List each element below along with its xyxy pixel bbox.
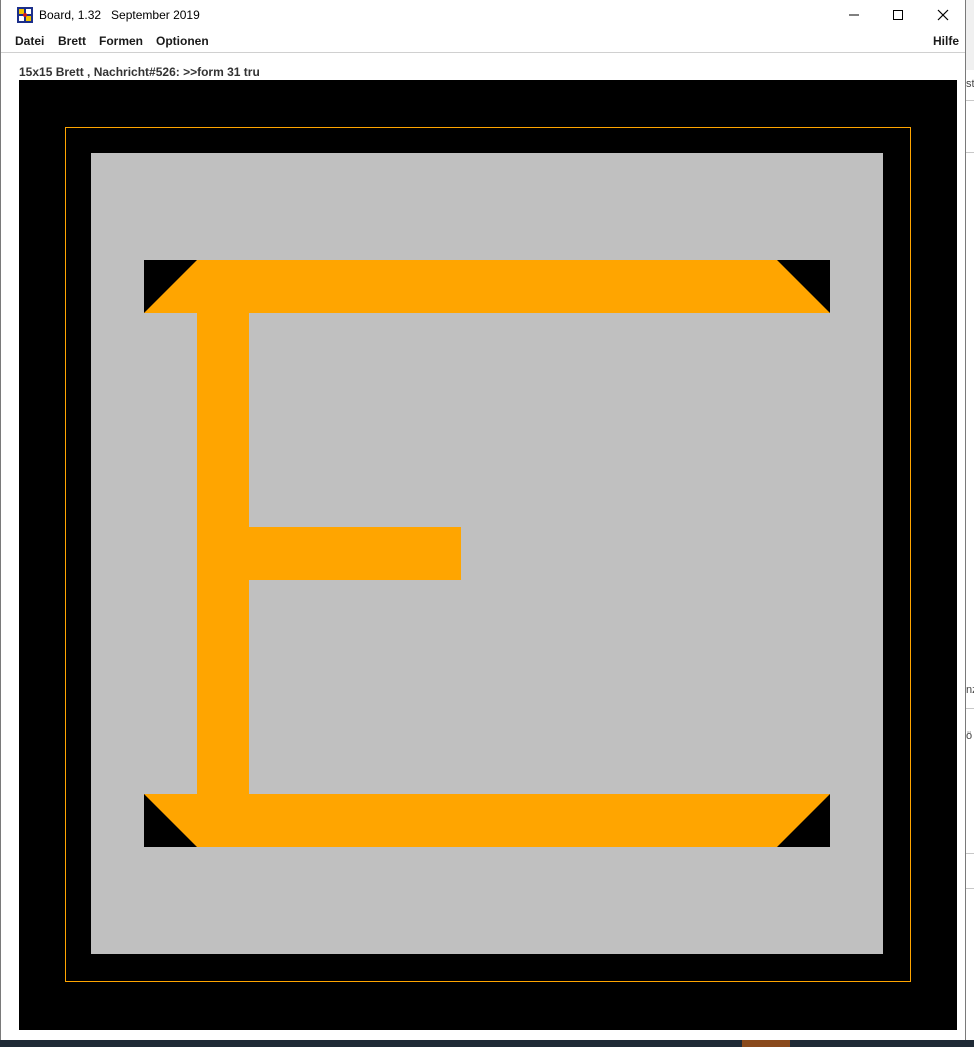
strip-divider bbox=[966, 853, 974, 854]
strip-divider bbox=[966, 100, 974, 101]
strip-text-2: nz bbox=[966, 684, 974, 696]
shape-middle-bar bbox=[248, 527, 461, 580]
menu-bar: Datei Brett Formen Optionen Hilfe bbox=[1, 30, 965, 52]
strip-divider bbox=[966, 888, 974, 889]
strip-divider bbox=[966, 152, 974, 153]
strip-text-1: st bbox=[966, 78, 974, 90]
menu-formen[interactable]: Formen bbox=[99, 34, 143, 48]
strip-divider bbox=[966, 708, 974, 709]
taskbar-edge bbox=[0, 1040, 974, 1047]
menu-optionen[interactable]: Optionen bbox=[156, 34, 209, 48]
minimize-button[interactable] bbox=[831, 0, 877, 30]
strip-text-3: ö bbox=[966, 730, 973, 742]
board-drawing bbox=[19, 80, 957, 1030]
menu-brett[interactable]: Brett bbox=[58, 34, 86, 48]
status-message: 15x15 Brett , Nachricht#526: >>form 31 t… bbox=[19, 65, 260, 79]
background-window-strip: st nz ö bbox=[966, 70, 974, 1047]
close-button[interactable] bbox=[920, 0, 966, 30]
board-app-icon bbox=[17, 7, 33, 23]
shape-top-bar bbox=[144, 260, 830, 313]
shape-bottom-bar bbox=[144, 794, 830, 847]
app-window: Board, 1.32 September 2019 Datei Brett F… bbox=[0, 0, 966, 1047]
menu-datei[interactable]: Datei bbox=[15, 34, 44, 48]
menu-divider bbox=[1, 52, 965, 53]
title-bar[interactable]: Board, 1.32 September 2019 bbox=[1, 0, 965, 30]
menu-hilfe[interactable]: Hilfe bbox=[933, 34, 959, 48]
taskbar-accent bbox=[742, 1040, 790, 1047]
maximize-icon bbox=[893, 10, 903, 20]
shape-vertical-bar bbox=[197, 312, 249, 795]
window-title: Board, 1.32 September 2019 bbox=[39, 8, 200, 22]
close-icon bbox=[937, 9, 949, 21]
board-canvas[interactable] bbox=[19, 80, 957, 1030]
minimize-icon bbox=[849, 14, 859, 16]
maximize-button[interactable] bbox=[875, 0, 921, 30]
